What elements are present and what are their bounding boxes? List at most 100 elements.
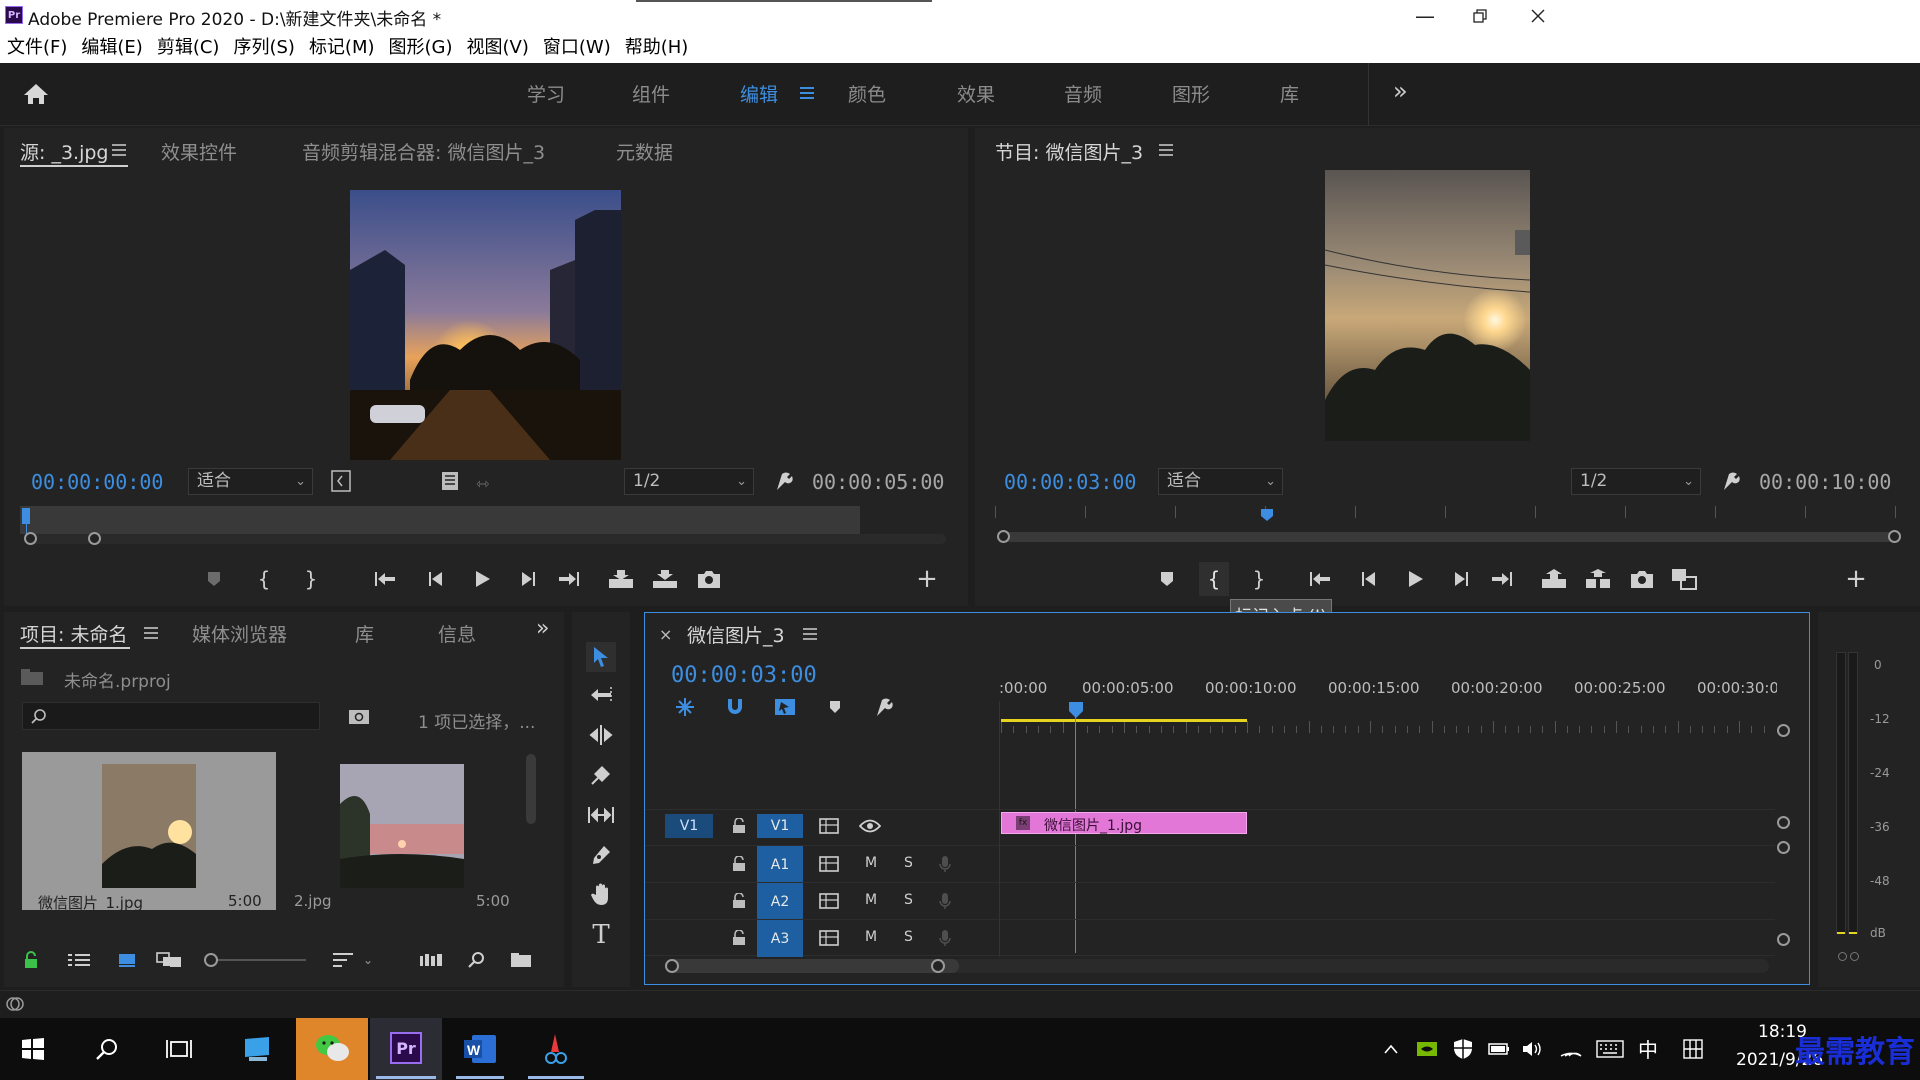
tab-info[interactable]: 信息 <box>438 620 476 647</box>
project-item[interactable]: 微信图片_1.jpg 5:00 <box>22 752 276 912</box>
automate-to-sequence-icon[interactable] <box>418 948 444 972</box>
track-target-a1[interactable]: A1 <box>757 846 803 883</box>
lift-button[interactable] <box>1539 564 1569 594</box>
program-export-frame-button[interactable] <box>1627 564 1657 594</box>
program-step-forward-button[interactable] <box>1445 564 1475 594</box>
timeline-timecode[interactable]: 00:00:03:00 <box>671 663 817 688</box>
timeline-sequence-tab[interactable]: 微信图片_3 <box>687 621 785 648</box>
export-frame-button[interactable] <box>694 564 724 594</box>
program-add-button[interactable]: + <box>1843 564 1869 594</box>
sort-dropdown-chevron-icon[interactable]: ⌄ <box>360 948 376 972</box>
wechat-taskbar-button[interactable] <box>296 1018 368 1080</box>
program-panel-menu-icon[interactable] <box>1159 144 1173 156</box>
tab-effect-controls[interactable]: 效果控件 <box>161 138 237 165</box>
tab-program[interactable]: 节目: 微信图片_3 <box>995 138 1143 165</box>
tab-media-browser[interactable]: 媒体浏览器 <box>192 620 287 647</box>
timeline-close-button[interactable]: × <box>659 625 672 644</box>
close-window-button[interactable] <box>1503 0 1573 32</box>
tab-metadata[interactable]: 元数据 <box>616 138 673 165</box>
zoom-slider[interactable] <box>204 953 308 967</box>
program-zoom-handle-right[interactable] <box>1888 530 1901 543</box>
program-go-to-in-button[interactable] <box>1305 564 1335 594</box>
track-lock-icon[interactable] <box>729 814 749 838</box>
insert-button[interactable] <box>606 564 636 594</box>
play-button[interactable] <box>468 564 498 594</box>
timeline-zoom-handle-right[interactable] <box>931 959 945 973</box>
source-time-ruler[interactable] <box>20 506 946 536</box>
track-lock-icon[interactable] <box>729 926 749 950</box>
source-resolution-dropdown[interactable]: 1/2 ⌄ <box>624 468 754 495</box>
step-forward-button[interactable] <box>512 564 542 594</box>
timeline-panel-menu-icon[interactable] <box>803 628 817 640</box>
program-play-button[interactable] <box>1401 564 1431 594</box>
search-icon[interactable] <box>92 1034 122 1064</box>
source-drag-audio-icon[interactable]: ⇿ <box>476 474 489 493</box>
solo-right-button[interactable] <box>1850 952 1859 961</box>
track-target-v1[interactable]: V1 <box>757 814 803 838</box>
timeline-add-marker-icon[interactable] <box>823 695 847 719</box>
step-back-button[interactable] <box>422 564 452 594</box>
menu-edit[interactable]: 编辑(E) <box>74 32 149 63</box>
source-fit-dropdown[interactable]: 适合 ⌄ <box>188 468 313 495</box>
menu-file[interactable]: 文件(F) <box>0 32 74 63</box>
volume-icon[interactable] <box>1520 1036 1546 1062</box>
source-track-v1[interactable]: V1 <box>665 814 713 838</box>
tab-project[interactable]: 项目: 未命名 <box>20 620 127 647</box>
icon-view-icon[interactable] <box>114 948 140 972</box>
nvidia-icon[interactable] <box>1414 1036 1440 1062</box>
snap-icon[interactable] <box>723 695 747 719</box>
program-add-marker-button[interactable] <box>1155 564 1179 594</box>
project-panel-menu-icon[interactable] <box>144 627 158 639</box>
solo-button[interactable]: S <box>904 892 913 908</box>
timeline-zoom-handle-left[interactable] <box>665 959 679 973</box>
ime-mode-icon[interactable] <box>1680 1036 1706 1062</box>
word-icon[interactable]: W <box>462 1032 498 1066</box>
program-fit-dropdown[interactable]: 适合 ⌄ <box>1158 468 1283 495</box>
audio-tracks-scroll-handle[interactable] <box>1777 933 1790 946</box>
hand-tool-icon[interactable] <box>586 880 616 910</box>
program-zoom-handle-left[interactable] <box>997 530 1010 543</box>
program-playhead[interactable] <box>1260 508 1274 522</box>
project-item[interactable]: 2.jpg 5:00 <box>276 752 530 910</box>
source-timecode[interactable]: 00:00:00:00 <box>31 470 163 494</box>
program-zoom-bar[interactable] <box>1003 532 1893 542</box>
track-select-tool-icon[interactable] <box>586 680 616 710</box>
solo-button[interactable]: S <box>904 929 913 945</box>
solo-button[interactable]: S <box>904 855 913 871</box>
tab-audio-clip-mixer[interactable]: 音频剪辑混合器: 微信图片_3 <box>302 138 545 165</box>
project-scrollbar[interactable] <box>526 754 536 824</box>
video-tracks-scroll-handle[interactable] <box>1777 816 1790 829</box>
task-view-icon[interactable] <box>164 1034 194 1064</box>
razor-tool-icon[interactable] <box>586 760 616 790</box>
this-pc-icon[interactable] <box>240 1032 274 1066</box>
selection-tool-icon[interactable] <box>586 642 616 672</box>
overwrite-button[interactable] <box>650 564 680 594</box>
mute-button[interactable]: M <box>865 892 877 908</box>
go-to-in-button[interactable] <box>370 564 400 594</box>
security-shield-icon[interactable] <box>1450 1036 1476 1062</box>
sync-lock-icon[interactable] <box>817 889 841 913</box>
source-settings-wrench-icon[interactable] <box>772 470 794 492</box>
menu-window[interactable]: 窗口(W) <box>536 32 618 63</box>
premiere-taskbar-button[interactable]: Pr <box>370 1018 442 1080</box>
workspace-learn[interactable]: 学习 <box>527 80 565 107</box>
voice-over-mic-icon[interactable] <box>933 889 957 913</box>
workspace-assembly[interactable]: 组件 <box>632 80 670 107</box>
background-tasks-icon[interactable] <box>5 996 25 1012</box>
extract-button[interactable] <box>1583 564 1613 594</box>
workspace-color[interactable]: 颜色 <box>848 80 886 107</box>
sync-lock-icon[interactable] <box>817 852 841 876</box>
track-target-a2[interactable]: A2 <box>757 883 803 920</box>
audio-tracks-scroll-handle[interactable] <box>1777 841 1790 854</box>
windows-start-icon[interactable] <box>18 1034 48 1064</box>
voice-over-mic-icon[interactable] <box>933 852 957 876</box>
mute-button[interactable]: M <box>865 929 877 945</box>
battery-icon[interactable] <box>1486 1036 1512 1062</box>
comparison-view-button[interactable] <box>1669 564 1699 594</box>
list-view-icon[interactable] <box>66 948 92 972</box>
type-tool-icon[interactable]: T <box>586 920 616 950</box>
video-tracks-scroll-handle[interactable] <box>1777 724 1790 737</box>
timeline-zoom-scroll-thumb[interactable] <box>669 959 959 973</box>
find-icon[interactable] <box>464 948 490 972</box>
mark-in-button[interactable]: { <box>252 564 276 594</box>
